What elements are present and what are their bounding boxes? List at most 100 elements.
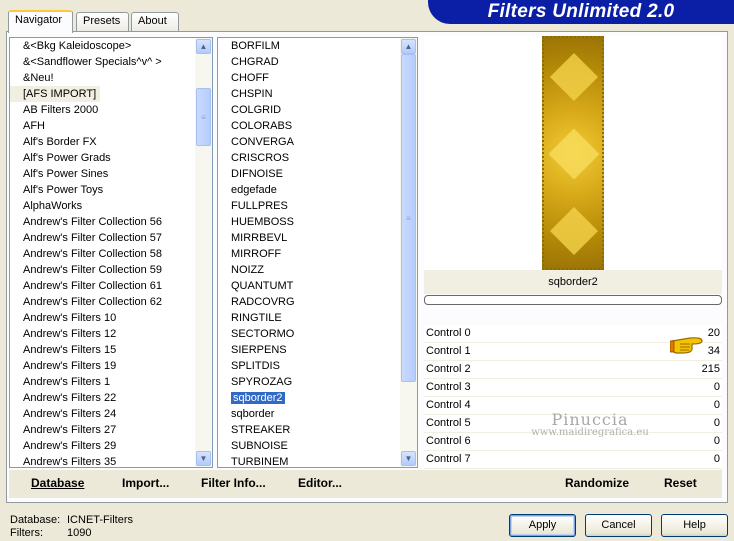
tab-about[interactable]: About: [131, 12, 179, 31]
control-value[interactable]: 0: [714, 417, 720, 429]
import-button[interactable]: Import...: [122, 476, 169, 490]
category-item[interactable]: AlphaWorks: [10, 198, 162, 214]
app-title-banner: Filters Unlimited 2.0: [428, 0, 734, 24]
category-item[interactable]: Andrew's Filters 15: [10, 342, 162, 358]
category-item[interactable]: Andrew's Filters 35: [10, 454, 162, 467]
category-item[interactable]: Andrew's Filter Collection 62: [10, 294, 162, 310]
category-item[interactable]: Andrew's Filters 27: [10, 422, 162, 438]
category-scroll-thumb[interactable]: ≡: [196, 88, 211, 146]
category-item[interactable]: Andrew's Filters 22: [10, 390, 162, 406]
category-item-label: Andrew's Filters 1: [23, 376, 111, 388]
filter-item[interactable]: RINGTILE: [218, 310, 295, 326]
control-row[interactable]: Control 4 0: [424, 397, 722, 415]
control-row[interactable]: Control 6 0: [424, 433, 722, 451]
editor-button[interactable]: Editor...: [298, 476, 342, 490]
control-row[interactable]: Control 5 0: [424, 415, 722, 433]
filter-item-label: CONVERGA: [231, 136, 294, 148]
filter-item[interactable]: CONVERGA: [218, 134, 295, 150]
category-item[interactable]: Andrew's Filters 1: [10, 374, 162, 390]
arrow-down-icon[interactable]: ▼: [196, 451, 211, 466]
randomize-button[interactable]: Randomize: [565, 476, 629, 490]
control-row[interactable]: Control 7 0: [424, 451, 722, 469]
control-value[interactable]: 20: [708, 327, 720, 339]
category-list[interactable]: &<Bkg Kaleidoscope> &<Sandflower Specials…: [9, 37, 213, 468]
filter-item[interactable]: CHOFF: [218, 70, 295, 86]
apply-button[interactable]: Apply: [509, 514, 576, 537]
category-item[interactable]: &<Sandflower Specials^v^ >: [10, 54, 162, 70]
filter-scrollbar[interactable]: ▲ ≡ ▼: [400, 38, 417, 467]
control-row[interactable]: Control 3 0: [424, 379, 722, 397]
category-item[interactable]: AFH: [10, 118, 162, 134]
category-item[interactable]: Alf's Power Toys: [10, 182, 162, 198]
category-item[interactable]: &<Bkg Kaleidoscope>: [10, 38, 162, 54]
filter-item[interactable]: DIFNOISE: [218, 166, 295, 182]
filter-item[interactable]: NOIZZ: [218, 262, 295, 278]
filter-item[interactable]: SIERPENS: [218, 342, 295, 358]
control-value[interactable]: 0: [714, 453, 720, 465]
filter-item[interactable]: QUANTUMT: [218, 278, 295, 294]
category-item[interactable]: Alf's Power Sines: [10, 166, 162, 182]
control-value[interactable]: 0: [714, 435, 720, 447]
filter-item[interactable]: BORFILM: [218, 38, 295, 54]
control-value[interactable]: 215: [702, 363, 720, 375]
arrow-up-icon[interactable]: ▲: [401, 39, 416, 54]
filter-item[interactable]: FULLPRES: [218, 198, 295, 214]
category-item[interactable]: Andrew's Filter Collection 59: [10, 262, 162, 278]
filter-item[interactable]: COLGRID: [218, 102, 295, 118]
category-item[interactable]: Andrew's Filters 24: [10, 406, 162, 422]
filter-item[interactable]: CRISCROS: [218, 150, 295, 166]
cancel-button[interactable]: Cancel: [585, 514, 652, 537]
filter-items: BORFILM CHGRAD CHOFF CHSPIN COLGRID COLORABS C…: [218, 38, 295, 467]
filter-info-button[interactable]: Filter Info...: [201, 476, 266, 490]
filter-item-label: FULLPRES: [231, 200, 288, 212]
filter-item[interactable]: RADCOVRG: [218, 294, 295, 310]
category-scrollbar[interactable]: ▲ ≡ ▼: [195, 38, 212, 467]
control-label: Control 1: [426, 345, 471, 357]
category-item[interactable]: Andrew's Filter Collection 57: [10, 230, 162, 246]
preview-diamond-center: [548, 128, 600, 180]
category-item[interactable]: &Neu!: [10, 70, 162, 86]
category-item[interactable]: Andrew's Filter Collection 58: [10, 246, 162, 262]
filter-item[interactable]: TURBINEM: [218, 454, 295, 467]
tab-presets[interactable]: Presets: [76, 12, 129, 31]
control-row[interactable]: Control 2 215: [424, 361, 722, 379]
database-button[interactable]: Database: [31, 476, 84, 490]
help-button[interactable]: Help: [661, 514, 728, 537]
control-value[interactable]: 34: [708, 345, 720, 357]
category-item[interactable]: Andrew's Filters 19: [10, 358, 162, 374]
filter-item[interactable]: HUEMBOSS: [218, 214, 295, 230]
filter-item[interactable]: SECTORMO: [218, 326, 295, 342]
filter-scroll-thumb[interactable]: ≡: [401, 54, 416, 382]
filter-item[interactable]: MIRRBEVL: [218, 230, 295, 246]
category-item[interactable]: Andrew's Filter Collection 61: [10, 278, 162, 294]
filter-item[interactable]: COLORABS: [218, 118, 295, 134]
filter-item[interactable]: CHSPIN: [218, 86, 295, 102]
filter-item[interactable]: SPYROZAG: [218, 374, 295, 390]
category-item[interactable]: [AFS IMPORT]: [10, 86, 101, 102]
tab-navigator[interactable]: Navigator: [8, 10, 73, 33]
filter-item[interactable]: CHGRAD: [218, 54, 295, 70]
category-item[interactable]: Alf's Border FX: [10, 134, 162, 150]
category-item[interactable]: Andrew's Filter Collection 56: [10, 214, 162, 230]
category-item[interactable]: Alf's Power Grads: [10, 150, 162, 166]
filter-item[interactable]: SUBNOISE: [218, 438, 295, 454]
filter-item[interactable]: SPLITDIS: [218, 358, 295, 374]
category-item[interactable]: AB Filters 2000: [10, 102, 162, 118]
reset-button[interactable]: Reset: [664, 476, 697, 490]
category-item[interactable]: Andrew's Filters 29: [10, 438, 162, 454]
category-item[interactable]: Andrew's Filters 12: [10, 326, 162, 342]
category-item[interactable]: Andrew's Filters 10: [10, 310, 162, 326]
filter-item[interactable]: MIRROFF: [218, 246, 295, 262]
arrow-down-icon[interactable]: ▼: [401, 451, 416, 466]
filter-item[interactable]: STREAKER: [218, 422, 295, 438]
control-value[interactable]: 0: [714, 399, 720, 411]
category-item-label: Andrew's Filter Collection 59: [23, 264, 163, 276]
filter-list[interactable]: BORFILM CHGRAD CHOFF CHSPIN COLGRID COLORABS C…: [217, 37, 418, 468]
filter-item[interactable]: sqborder2: [218, 390, 295, 406]
filter-item-label: BORFILM: [231, 40, 280, 52]
filter-item-label: RINGTILE: [231, 312, 282, 324]
arrow-up-icon[interactable]: ▲: [196, 39, 211, 54]
filter-item[interactable]: sqborder: [218, 406, 295, 422]
filter-item[interactable]: edgefade: [218, 182, 295, 198]
control-value[interactable]: 0: [714, 381, 720, 393]
